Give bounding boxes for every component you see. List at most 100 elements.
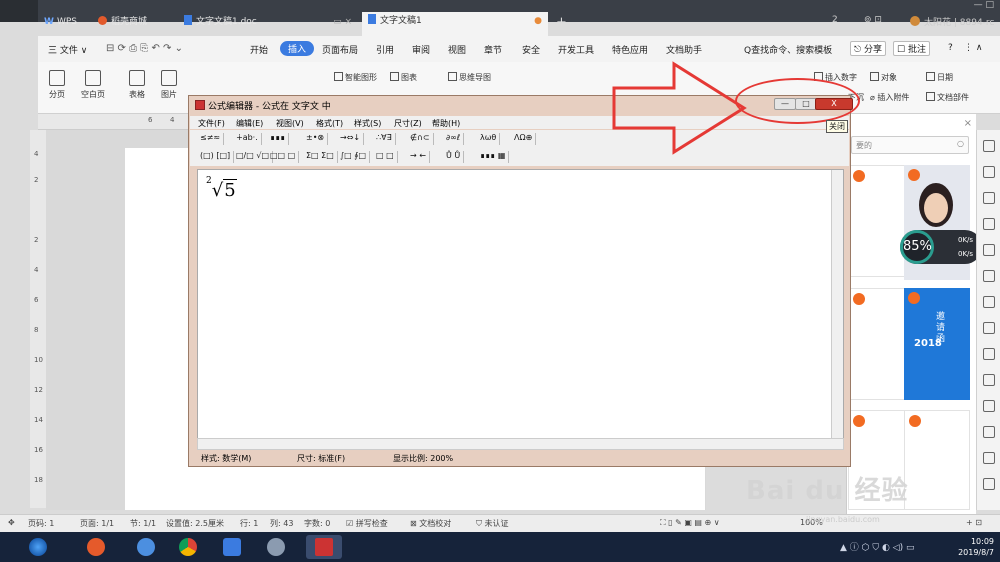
table-icon[interactable] [983,244,995,256]
cursor-icon[interactable] [983,166,995,178]
smart-art-button[interactable]: 智能图形 [334,72,377,83]
template-invitation-thumb[interactable]: 邀请函 2018 [904,288,970,400]
fill-icon[interactable] [983,218,995,230]
template-matrices[interactable]: ∎∎∎ ▦ [480,151,510,163]
share-button[interactable]: ⎋ 分享 [850,41,886,56]
tab-daoke-store[interactable]: 稻壳商城 [92,13,174,32]
symbol-spaces[interactable]: ∔ab·. [236,133,262,145]
menu-security[interactable]: 安全 [522,43,540,56]
command-search[interactable]: Q查找命令、搜索模板 [744,43,832,56]
symbol-sets[interactable]: ∉∩⊂ [410,133,434,145]
menu-home[interactable]: 开始 [250,43,268,56]
tab-doc1-doc[interactable]: 文字文稿1.doc ▭ × [178,13,358,32]
comment-button[interactable]: ☐ 批注 [893,41,930,56]
taskbar-app-tool[interactable] [258,535,294,559]
translate-icon[interactable] [983,348,995,360]
user-account[interactable]: 太阳花 | 8894-rc [910,15,994,28]
symbol-relations[interactable]: ≤≠≈ [200,133,225,145]
doc-parts-button[interactable]: 文档部件 [926,92,969,103]
spell-check[interactable]: ☑ 拼写检查 [346,518,388,529]
image-icon[interactable] [983,400,995,412]
help-icon[interactable] [983,478,995,490]
status-word-count[interactable]: 字数: 0 [304,518,330,529]
menu-chapter[interactable]: 章节 [484,43,502,56]
taskbar-app-player[interactable] [78,535,114,559]
mindmap-button[interactable]: 思维导图 [448,72,491,83]
vertical-scrollbar[interactable] [831,170,843,440]
panel-close-icon[interactable]: × [964,118,972,129]
unsaved-dot-icon[interactable]: ● [534,12,542,31]
symbol-misc[interactable]: ∂∞ℓ [446,133,465,145]
menu-review[interactable]: 审阅 [412,43,430,56]
taskbar-wps[interactable] [214,535,250,559]
status-zoom[interactable]: 显示比例: 200% [393,453,453,464]
pen-icon[interactable] [983,140,995,152]
template-products[interactable]: Ů Ů [446,151,465,163]
print-icon[interactable] [983,374,995,386]
template-summation[interactable]: Σ□ Σ□ [306,151,338,163]
network-speed-widget[interactable]: 85% 0K/s 0K/s [900,230,982,264]
nth-root-formula[interactable]: 2√5 [206,176,237,201]
toolbar-icons[interactable]: ⊚ ⊡ [864,15,882,25]
menu-view[interactable]: 视图 [448,43,466,56]
new-tab-button[interactable]: + [556,15,567,30]
screen-icon[interactable] [983,452,995,464]
more-icon[interactable]: ⋮ ∧ [964,43,982,53]
eq-menu-view[interactable]: 视图(V) [276,118,304,129]
template-thumb[interactable] [904,410,970,510]
horizontal-scrollbar[interactable] [197,438,844,450]
status-expand-icon[interactable]: ✥ [8,518,15,527]
uncertified[interactable]: ⛉ 未认证 [476,518,509,529]
template-scripts[interactable]: □□ □ [270,151,300,163]
tab-close-icon[interactable]: ▭ × [333,13,352,32]
template-integral[interactable]: ∫□ ∮□ [340,151,370,163]
menu-references[interactable]: 引用 [376,43,394,56]
shape-icon[interactable] [983,192,995,204]
start-button[interactable] [20,535,56,559]
share-icon[interactable] [983,322,995,334]
taskbar-clock[interactable]: 10:09 2019/8/7 [958,536,994,558]
menu-developer[interactable]: 开发工具 [558,43,594,56]
eq-menu-help[interactable]: 帮助(H) [432,118,460,129]
template-thumb[interactable] [848,288,906,400]
record-icon[interactable] [983,426,995,438]
adjust-icon[interactable] [983,270,995,282]
status-size[interactable]: 尺寸: 标准(F) [297,453,345,464]
menu-page-layout[interactable]: 页面布局 [322,43,358,56]
eq-menu-format[interactable]: 格式(T) [316,118,343,129]
menu-insert[interactable]: 插入 [280,41,315,56]
taskbar-equation-editor[interactable] [306,535,342,559]
symbol-greek-lower[interactable]: λωθ [480,133,501,145]
zoom-in-icon[interactable]: + ⊡ [966,518,982,527]
copy-icon[interactable] [983,296,995,308]
template-thumb[interactable] [848,165,906,277]
taskbar-chrome[interactable] [170,535,206,559]
file-menu[interactable]: 三 文件 ∨ [48,43,87,56]
eq-menu-file[interactable]: 文件(F) [198,118,225,129]
object-button[interactable]: 对象 [870,72,897,83]
template-arrows[interactable]: → ← [410,151,430,163]
formula-canvas[interactable]: 2√5 [197,169,844,440]
system-tray[interactable]: ▲ ⓘ ⬡ ⛉ ◐ ◁) ▭ [840,540,914,553]
eq-menu-edit[interactable]: 编辑(E) [236,118,263,129]
page-break-button[interactable]: 分页 [44,70,70,100]
template-bars[interactable]: □ □ [376,151,398,163]
tab-wps[interactable]: W WPS [38,13,88,32]
tab-doc1[interactable]: 文字文稿1 ● [362,12,548,36]
menu-doc-assistant[interactable]: 文档助手 [666,43,702,56]
symbol-arrows[interactable]: →⇔↓ [340,133,365,145]
status-col[interactable]: 列: 43 [270,518,293,529]
status-section[interactable]: 节: 1/1 [130,518,156,529]
symbol-logic[interactable]: ∴∀∃ [376,133,396,145]
view-mode-icons[interactable]: ⛶ ▯ ✎ ▣ ▤ ⊕ ∨ [660,518,720,528]
window-controls[interactable]: — □ [974,0,994,10]
template-fraction-radical[interactable]: □/□ √□ [236,151,274,163]
status-line[interactable]: 行: 1 [240,518,258,529]
status-page-count[interactable]: 页面: 1/1 [80,518,114,529]
symbol-embellish[interactable]: ∎∎∎ [270,133,290,145]
template-search-input[interactable]: 要的 ○ [851,136,969,154]
quick-access-icons[interactable]: ⊟ ⟳ ⎙ ⎘ ↶ ↷ ⌄ [106,43,183,54]
eq-menu-style[interactable]: 样式(S) [354,118,381,129]
menu-special[interactable]: 特色应用 [612,43,648,56]
doc-proofread[interactable]: ⊠ 文档校对 [410,518,451,529]
